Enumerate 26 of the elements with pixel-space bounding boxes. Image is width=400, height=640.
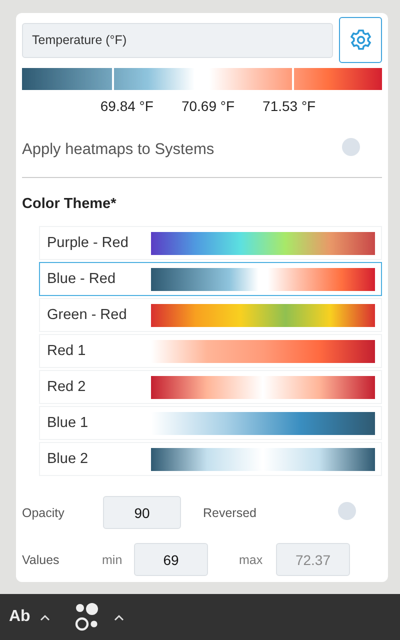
field-label: max xyxy=(239,552,264,566)
toggle-label: Apply heatmaps to Systems xyxy=(22,140,214,158)
theme-option[interactable]: Red 2 xyxy=(39,370,382,404)
field-label: Opacity xyxy=(22,506,66,520)
theme-option[interactable]: Blue 1 xyxy=(39,406,382,440)
min-field[interactable]: 69 xyxy=(134,543,208,576)
legend-value: 71.53 °F xyxy=(262,98,316,114)
section-title: Color Theme* xyxy=(22,196,118,212)
legend-value: 70.69 °F xyxy=(181,98,235,114)
theme-option[interactable]: Purple - Red xyxy=(39,226,382,260)
opacity-field[interactable]: 90 xyxy=(103,496,181,529)
legend-value: 69.84 °F xyxy=(100,98,154,114)
theme-option[interactable]: Red 1 xyxy=(39,334,382,368)
caret-icon[interactable] xyxy=(40,614,50,620)
toggle-label: Reversed xyxy=(203,506,258,520)
theme-option[interactable]: Blue - Red xyxy=(39,262,382,296)
settings-button[interactable] xyxy=(339,17,382,63)
settings-icon xyxy=(348,28,372,52)
field-label: min xyxy=(102,552,124,566)
theme-option[interactable]: Blue 2 xyxy=(39,442,382,476)
parameter-field[interactable]: Temperature (°F) xyxy=(22,22,333,58)
max-field[interactable]: 72.37 xyxy=(276,543,350,576)
caret-icon[interactable] xyxy=(114,614,124,620)
text-tool-button[interactable]: Ab xyxy=(9,608,30,626)
field-label: Values xyxy=(22,552,60,566)
theme-option[interactable]: Green - Red xyxy=(39,298,382,332)
